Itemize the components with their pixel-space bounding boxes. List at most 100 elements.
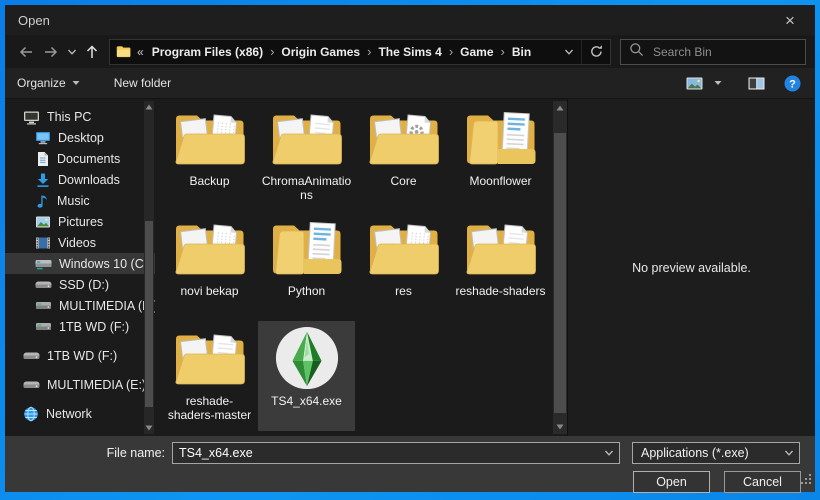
resize-grip-icon[interactable] — [801, 472, 812, 490]
sidebar-item-label: Videos — [58, 236, 96, 250]
downloads-icon — [35, 172, 51, 188]
forward-icon[interactable] — [39, 40, 63, 64]
chevron-down-icon[interactable] — [599, 443, 619, 463]
network-icon — [23, 406, 39, 422]
cancel-button[interactable]: Cancel — [724, 471, 801, 493]
scroll-down-icon[interactable] — [553, 420, 567, 434]
preview-pane-icon[interactable] — [745, 72, 767, 94]
view-options-chevron-icon[interactable] — [711, 72, 725, 94]
sidebar-item-desktop[interactable]: Desktop — [5, 127, 155, 148]
svg-text:?: ? — [789, 78, 796, 90]
sims4-plumbob-icon — [268, 324, 346, 391]
sidebar-scrollbar[interactable] — [144, 101, 154, 434]
sidebar-item-this-pc[interactable]: This PC — [5, 106, 155, 127]
file-item-python[interactable]: Python — [258, 211, 355, 321]
new-folder-button[interactable]: New folder — [104, 71, 181, 95]
scroll-up-icon[interactable] — [553, 101, 567, 115]
sidebar-item-network[interactable]: Network — [5, 403, 155, 424]
scroll-down-icon[interactable] — [144, 422, 154, 434]
content-area: This PC Desktop DocumentsDownloadsMusic Pic… — [5, 99, 815, 436]
file-item-res[interactable]: res — [355, 211, 452, 321]
sidebar-item-multimedia-e[interactable]: MULTIMEDIA (E:) — [5, 374, 155, 395]
windows-drive-icon — [35, 257, 52, 270]
computer-icon — [23, 109, 40, 125]
scrollbar-thumb[interactable] — [554, 133, 566, 413]
organize-button[interactable]: Organize — [17, 71, 90, 95]
folder-icon — [171, 214, 249, 281]
back-icon[interactable] — [14, 40, 38, 64]
file-item-reshade-shaders[interactable]: reshade-shaders — [452, 211, 549, 321]
breadcrumb-item-origin-games[interactable]: Origin Games — [275, 45, 366, 59]
sidebar-item-label: Windows 10 (C:) — [59, 257, 151, 271]
view-thumbnails-icon[interactable] — [683, 72, 705, 94]
file-list-area: Backup ChromaAnimations Core Moonflower novi… — [155, 99, 567, 436]
file-item-label: Backup — [189, 174, 229, 188]
sidebar-item-label: SSD (D:) — [59, 278, 109, 292]
sidebar-item-downloads[interactable]: Downloads — [5, 169, 155, 190]
sidebar-list: This PC Desktop DocumentsDownloadsMusic Pic… — [5, 106, 155, 424]
sidebar-item-multimedia-e[interactable]: MULTIMEDIA (E:) — [5, 295, 155, 316]
sidebar-item-windows-10-c[interactable]: Windows 10 (C:) — [5, 253, 155, 274]
file-item-ts4-x64-exe[interactable]: TS4_x64.exe — [258, 321, 355, 431]
file-item-label: novi bekap — [180, 284, 238, 298]
file-item-label: reshade-shaders — [455, 284, 545, 298]
file-type-select[interactable]: Applications (*.exe) — [632, 442, 800, 464]
search-input[interactable] — [651, 44, 797, 60]
sidebar-item-pictures[interactable]: Pictures — [5, 211, 155, 232]
file-item-core[interactable]: Core — [355, 101, 452, 211]
file-grid: Backup ChromaAnimations Core Moonflower novi… — [161, 101, 551, 431]
sidebar-item-1tb-wd-f[interactable]: 1TB WD (F:) — [5, 345, 155, 366]
help-icon[interactable]: ? — [781, 72, 803, 94]
sidebar-item-ssd-d[interactable]: SSD (D:) — [5, 274, 155, 295]
open-button[interactable]: Open — [633, 471, 710, 493]
preview-message: No preview available. — [632, 261, 751, 275]
file-name-label: File name: — [5, 446, 172, 460]
breadcrumb: Program Files (x86)›Origin Games›The Sim… — [146, 44, 538, 59]
file-name-input[interactable] — [173, 446, 599, 460]
breadcrumb-item-the-sims-4[interactable]: The Sims 4 — [372, 45, 447, 59]
folder-icon — [171, 104, 249, 171]
file-item-label: Core — [390, 174, 416, 188]
refresh-icon[interactable] — [581, 40, 610, 64]
close-icon[interactable]: × — [773, 6, 807, 34]
file-name-combobox[interactable] — [172, 442, 620, 464]
folder-icon — [365, 104, 443, 171]
file-list-scrollbar[interactable] — [553, 101, 567, 434]
dialog-footer: File name: Applications (*.exe) Open Can… — [5, 436, 815, 492]
sidebar-item-music[interactable]: Music — [5, 190, 155, 211]
navigation-sidebar: This PC Desktop DocumentsDownloadsMusic Pic… — [5, 99, 155, 436]
navigation-bar: « Program Files (x86)›Origin Games›The S… — [5, 35, 815, 68]
drive-icon — [23, 379, 40, 391]
search-box[interactable] — [620, 39, 806, 65]
sidebar-item-documents[interactable]: Documents — [5, 148, 155, 169]
sidebar-item-1tb-wd-f[interactable]: 1TB WD (F:) — [5, 316, 155, 337]
file-item-label: ChromaAnimations — [260, 174, 354, 202]
sidebar-item-label: Desktop — [58, 131, 104, 145]
chevron-down-icon[interactable] — [779, 443, 799, 463]
scrollbar-thumb[interactable] — [145, 221, 153, 407]
breadcrumb-overflow[interactable]: « — [137, 45, 144, 59]
file-item-novi-bekap[interactable]: novi bekap — [161, 211, 258, 321]
breadcrumb-item-program-files-x86[interactable]: Program Files (x86) — [146, 45, 269, 59]
recent-locations-chevron-icon[interactable] — [64, 40, 79, 64]
up-icon[interactable] — [80, 40, 104, 64]
address-bar[interactable]: « Program Files (x86)›Origin Games›The S… — [109, 39, 611, 65]
file-item-reshade-shaders-master[interactable]: reshade-shaders-master — [161, 321, 258, 431]
sidebar-item-videos[interactable]: Videos — [5, 232, 155, 253]
folder-icon — [462, 214, 540, 281]
breadcrumb-item-game[interactable]: Game — [454, 45, 499, 59]
chevron-down-icon — [72, 76, 80, 90]
breadcrumb-item-bin[interactable]: Bin — [506, 45, 537, 59]
file-item-moonflower[interactable]: Moonflower — [452, 101, 549, 211]
sidebar-item-label: Pictures — [58, 215, 103, 229]
sidebar-item-label: Network — [46, 407, 92, 421]
address-dropdown-chevron-icon[interactable] — [557, 40, 581, 64]
music-icon — [35, 193, 50, 209]
open-dialog: Open × « Program Files (x86)›Origin Game… — [5, 5, 815, 492]
folder-icon — [462, 104, 540, 171]
file-item-chromaanimations[interactable]: ChromaAnimations — [258, 101, 355, 211]
scroll-up-icon[interactable] — [144, 101, 154, 113]
sidebar-item-label: MULTIMEDIA (E:) — [59, 299, 155, 313]
file-item-backup[interactable]: Backup — [161, 101, 258, 211]
new-folder-label: New folder — [114, 76, 171, 90]
